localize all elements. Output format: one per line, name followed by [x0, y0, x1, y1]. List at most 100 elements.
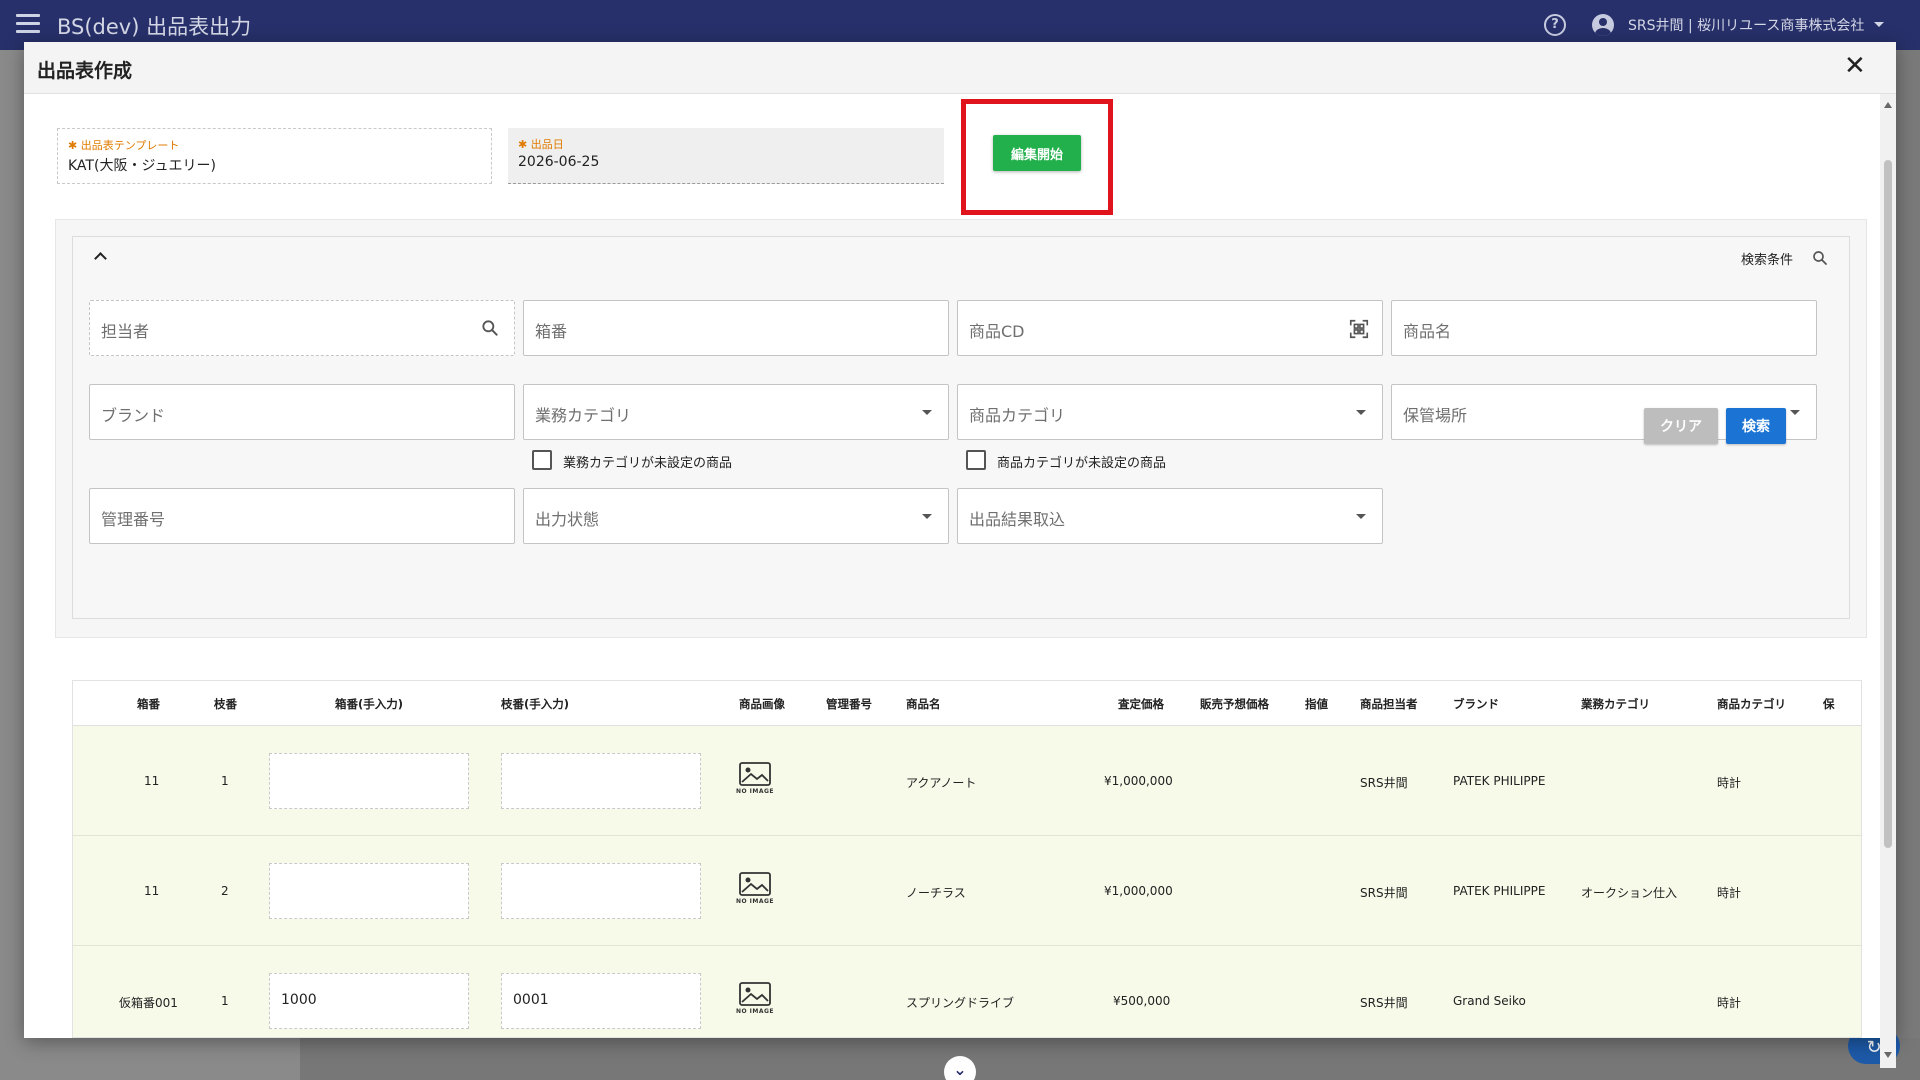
col-product-name[interactable]: 商品名 — [906, 696, 941, 712]
table-row[interactable]: 11 2 NO IMAGE ノーチラス ¥1,000,000 SRS井間 PAT… — [73, 836, 1861, 946]
col-branch-manual[interactable]: 枝番(手入力) — [501, 696, 569, 712]
dropdown-arrow-icon — [1356, 514, 1366, 519]
dialog-scrollbar[interactable] — [1880, 94, 1896, 1068]
table-row[interactable]: 仮箱番001 1 1000 0001 NO IMAGE スプリングドライブ ¥5… — [73, 946, 1861, 1037]
cell-branch: 1 — [221, 774, 229, 788]
col-assessed-price[interactable]: 査定価格 — [1118, 696, 1164, 712]
dropdown-arrow-icon — [922, 410, 932, 415]
cell-brand: PATEK PHILIPPE — [1453, 774, 1546, 788]
col-product-category[interactable]: 商品カテゴリ — [1717, 696, 1786, 712]
box-manual-value: 1000 — [281, 992, 317, 1008]
business-category-unset-checkbox[interactable] — [532, 450, 552, 470]
cell-brand: Grand Seiko — [1453, 994, 1526, 1008]
required-mark-icon: ✱ — [68, 139, 81, 152]
listing-result-import-placeholder: 出品結果取込 — [969, 510, 1066, 529]
storage-location-placeholder: 保管場所 — [1403, 406, 1468, 425]
background-footer-left — [0, 1038, 300, 1080]
highlight-box — [961, 99, 1113, 215]
box-number-input[interactable]: 箱番 — [523, 300, 949, 356]
dialog-title: 出品表作成 — [37, 60, 133, 82]
listing-result-import-select[interactable]: 出品結果取込 — [957, 488, 1383, 544]
no-image-caption: NO IMAGE — [735, 898, 775, 905]
cell-product-staff: SRS井間 — [1360, 996, 1408, 1010]
cell-assessed-price: ¥500,000 — [1113, 994, 1171, 1008]
col-brand[interactable]: ブランド — [1453, 696, 1499, 712]
dropdown-arrow-icon — [922, 514, 932, 519]
col-box[interactable]: 箱番 — [137, 696, 160, 712]
listing-date-label: 出品日 — [530, 138, 564, 151]
col-limit-price[interactable]: 指値 — [1305, 696, 1328, 712]
product-name-input[interactable]: 商品名 — [1391, 300, 1817, 356]
menu-icon[interactable] — [16, 14, 40, 34]
col-branch[interactable]: 枝番 — [214, 696, 237, 712]
col-management-number[interactable]: 管理番号 — [826, 696, 872, 712]
product-name-placeholder: 商品名 — [1403, 322, 1452, 341]
listing-date-field[interactable]: ✱ 出品日 2026-06-25 — [508, 128, 944, 184]
cell-product-category: 時計 — [1717, 886, 1742, 900]
close-icon[interactable]: ✕ — [1844, 52, 1866, 80]
cell-product-name: スプリングドライブ — [906, 996, 1015, 1010]
output-status-select[interactable]: 出力状態 — [523, 488, 949, 544]
search-icon[interactable] — [480, 318, 500, 338]
box-manual-input[interactable]: 1000 — [269, 973, 469, 1029]
business-category-unset-label[interactable]: 業務カテゴリが未設定の商品 — [563, 452, 732, 471]
business-category-select[interactable]: 業務カテゴリ — [523, 384, 949, 440]
help-icon[interactable]: ? — [1544, 14, 1566, 36]
col-storage[interactable]: 保 — [1823, 696, 1835, 712]
collapse-chevron-up-icon[interactable] — [93, 249, 107, 263]
col-product-staff[interactable]: 商品担当者 — [1360, 696, 1418, 712]
staff-placeholder: 担当者 — [101, 322, 150, 341]
cell-product-staff: SRS井間 — [1360, 886, 1408, 900]
account-icon[interactable] — [1592, 14, 1614, 36]
account-caret-icon[interactable] — [1874, 22, 1884, 27]
scroll-up-arrow-icon[interactable] — [1884, 102, 1892, 108]
cell-box: 11 — [144, 774, 160, 788]
col-expected-price[interactable]: 販売予想価格 — [1200, 696, 1269, 712]
cell-branch: 2 — [221, 884, 229, 898]
scroll-down-icon[interactable]: ⌄ — [944, 1056, 976, 1080]
user-name[interactable]: SRS井間 | 桜川リユース商事株式会社 — [1628, 15, 1864, 35]
product-category-select[interactable]: 商品カテゴリ — [957, 384, 1383, 440]
background-sidebar — [0, 50, 24, 1080]
search-button[interactable]: 検索 — [1726, 408, 1786, 444]
cell-box: 仮箱番001 — [119, 996, 178, 1010]
dropdown-arrow-icon — [1356, 410, 1366, 415]
results-table: 箱番 枝番 箱番(手入力) 枝番(手入力) 商品画像 管理番号 商品名 査定価格… — [72, 680, 1862, 1038]
branch-manual-value: 0001 — [513, 992, 549, 1008]
output-status-placeholder: 出力状態 — [535, 510, 600, 529]
dropdown-arrow-icon — [1790, 410, 1800, 415]
col-box-manual[interactable]: 箱番(手入力) — [335, 696, 403, 712]
no-image-icon: NO IMAGE — [735, 982, 775, 1022]
branch-manual-input[interactable] — [501, 863, 701, 919]
branch-manual-input[interactable] — [501, 753, 701, 809]
template-select[interactable]: ✱ 出品表テンプレート KAT(大阪・ジュエリー) — [57, 128, 492, 184]
branch-manual-input[interactable]: 0001 — [501, 973, 701, 1029]
box-manual-input[interactable] — [269, 863, 469, 919]
management-number-placeholder: 管理番号 — [101, 510, 166, 529]
box-manual-input[interactable] — [269, 753, 469, 809]
no-image-icon: NO IMAGE — [735, 762, 775, 802]
cell-product-name: ノーチラス — [906, 886, 966, 900]
clear-button[interactable]: クリア — [1644, 408, 1718, 444]
product-category-placeholder: 商品カテゴリ — [969, 406, 1066, 425]
brand-input[interactable]: ブランド — [89, 384, 515, 440]
qr-scan-icon[interactable] — [1348, 318, 1370, 340]
cell-product-category: 時計 — [1717, 776, 1742, 790]
search-icon[interactable] — [1811, 249, 1829, 267]
template-label: 出品表テンプレート — [80, 139, 180, 152]
table-row[interactable]: 11 1 NO IMAGE アクアノート ¥1,000,000 SRS井間 PA… — [73, 726, 1861, 836]
scrollbar-thumb[interactable] — [1884, 160, 1892, 848]
listing-date-value: 2026-06-25 — [518, 154, 600, 170]
product-category-unset-label[interactable]: 商品カテゴリが未設定の商品 — [997, 452, 1166, 471]
cell-product-category: 時計 — [1717, 996, 1742, 1010]
col-business-category[interactable]: 業務カテゴリ — [1581, 696, 1650, 712]
product-code-input[interactable]: 商品CD — [957, 300, 1383, 356]
product-category-unset-checkbox[interactable] — [966, 450, 986, 470]
management-number-input[interactable]: 管理番号 — [89, 488, 515, 544]
template-value: KAT(大阪・ジュエリー) — [68, 158, 216, 174]
scroll-down-arrow-icon[interactable] — [1884, 1052, 1892, 1058]
col-product-image[interactable]: 商品画像 — [739, 696, 785, 712]
staff-input[interactable]: 担当者 — [89, 300, 515, 356]
cell-product-staff: SRS井間 — [1360, 776, 1408, 790]
business-category-placeholder: 業務カテゴリ — [535, 406, 632, 425]
